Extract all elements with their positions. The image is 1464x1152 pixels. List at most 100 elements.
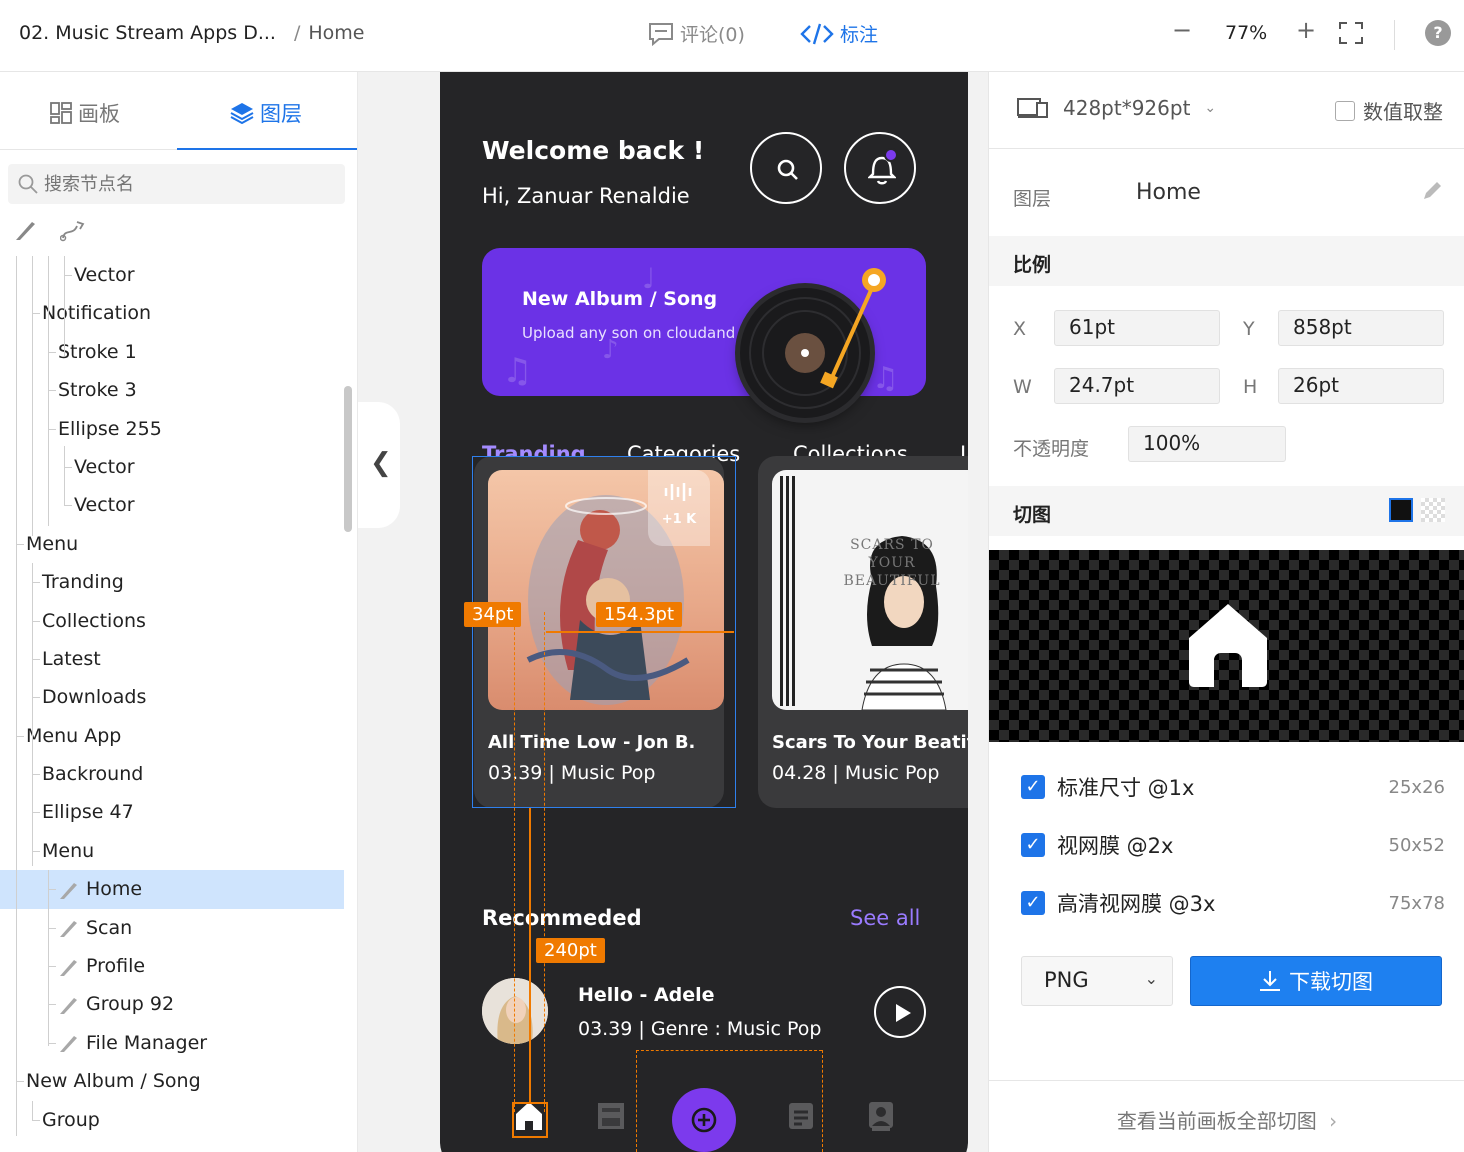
layer-tree-item[interactable]: Downloads [0, 678, 344, 716]
layer-tree-item[interactable]: Backround [0, 755, 344, 793]
layer-tree-item[interactable]: Tranding [0, 563, 344, 601]
zoom-in-button[interactable]: + [1296, 16, 1316, 44]
guide-top-edge [636, 1050, 822, 1051]
comment-button[interactable]: 评论(0) [648, 20, 745, 47]
breadcrumb-separator: / [293, 22, 301, 44]
collapse-panel-button[interactable]: ❮ [358, 402, 400, 528]
file-manager-icon[interactable] [786, 1100, 816, 1132]
round-values-checkbox[interactable] [1335, 100, 1355, 121]
layer-tree-label: Group [42, 1108, 100, 1131]
tree-connector [32, 678, 40, 699]
layer-tree-label: Scan [86, 916, 133, 939]
tab-artboards-label: 画板 [78, 102, 120, 126]
tonearm-icon [820, 268, 886, 389]
tab-artboards[interactable]: 画板 [50, 98, 120, 128]
play-icon [896, 1004, 911, 1022]
play-button[interactable] [874, 986, 926, 1038]
w-value[interactable]: 24.7pt [1054, 368, 1220, 404]
dark-background-toggle[interactable] [1389, 498, 1413, 522]
device-size-selector[interactable]: 428pt*926pt ⌄ [1017, 96, 1216, 120]
round-values-option[interactable]: 数值取整 [1335, 96, 1443, 125]
layer-tree-item[interactable]: Profile [0, 947, 344, 985]
layer-tree-item[interactable]: Ellipse 255 [0, 409, 344, 448]
format-select[interactable]: PNG ⌄ [1021, 956, 1173, 1006]
panel-tabs: 画板 图层 [0, 72, 357, 150]
export-size: 25x26 [1388, 776, 1445, 798]
layer-label: 图层 [1013, 188, 1052, 210]
export-option-2x[interactable]: ✓ 视网膜 @2x 50x52 [1021, 830, 1445, 860]
edit-icon[interactable] [1421, 180, 1443, 202]
app-search-button[interactable] [750, 132, 822, 204]
tree-connector [32, 831, 40, 852]
layer-tree-item[interactable]: Notification [0, 294, 344, 332]
download-slice-button[interactable]: 下载切图 [1190, 956, 1442, 1006]
layer-tree-item[interactable]: Scan [0, 908, 344, 947]
tree-guide-line [48, 256, 49, 526]
tree-connector [64, 256, 72, 276]
home-icon [1189, 604, 1267, 687]
export-size: 50x52 [1388, 834, 1445, 856]
annotate-button[interactable]: 标注 [800, 20, 878, 47]
layer-tree-scrollbar[interactable] [344, 386, 352, 532]
layer-tree-item[interactable]: File Manager [0, 1023, 344, 1062]
fullscreen-icon[interactable] [1339, 22, 1363, 44]
checkbox-checked[interactable]: ✓ [1021, 891, 1045, 915]
export-option-3x[interactable]: ✓ 高清视网膜 @3x 75x78 [1021, 888, 1445, 918]
layer-tree-item[interactable]: Stroke 3 [0, 371, 344, 409]
tree-connector [32, 294, 40, 315]
layer-tree-item[interactable]: Vector [0, 447, 344, 486]
page-name[interactable]: Home [308, 22, 364, 44]
x-value[interactable]: 61pt [1054, 310, 1220, 346]
layer-tree-label: Downloads [42, 686, 147, 709]
active-tab-indicator [177, 148, 357, 150]
checkbox-checked[interactable]: ✓ [1021, 775, 1045, 799]
layer-tree-item[interactable]: Group 92 [0, 985, 344, 1023]
tree-guide-line [64, 256, 65, 356]
path-tool-icon[interactable] [60, 218, 86, 242]
tree-connector [48, 908, 56, 929]
export-option-1x[interactable]: ✓ 标准尺寸 @1x 25x26 [1021, 772, 1445, 802]
comment-label: 评论(0) [680, 24, 745, 46]
layer-search-input[interactable] [44, 173, 324, 195]
help-icon[interactable]: ? [1425, 20, 1451, 46]
add-button[interactable] [672, 1088, 736, 1152]
profile-icon[interactable] [866, 1100, 896, 1132]
export-size: 75x78 [1388, 892, 1445, 914]
app-notification-button[interactable] [844, 132, 916, 204]
song-card[interactable]: SCARS TO YOUR BEAUTIFUL Scars To Your Be… [758, 456, 968, 808]
opacity-value[interactable]: 100% [1128, 426, 1286, 462]
layer-tree-item[interactable]: Menu App [0, 716, 344, 755]
banner-title: New Album / Song [522, 288, 718, 310]
layer-tree-label: File Manager [86, 1031, 208, 1054]
chevron-left-icon: ❮ [370, 448, 392, 478]
layer-tree-item[interactable]: Menu [0, 524, 344, 563]
layer-tree-item[interactable]: New Album / Song [0, 1062, 344, 1100]
w-label: W [1013, 376, 1032, 398]
see-all-link[interactable]: See all [850, 906, 920, 930]
measure-width: 154.3pt [596, 602, 683, 627]
checkbox-checked[interactable]: ✓ [1021, 833, 1045, 857]
layer-tree-item[interactable]: Home [0, 870, 344, 909]
layer-tree-label: Menu [26, 532, 79, 555]
layer-tree-item[interactable]: Group [0, 1100, 344, 1139]
banner-subtitle: Upload any son on cloudand s [522, 324, 748, 342]
layer-tree-label: Menu [42, 839, 95, 862]
zoom-level: 77% [1225, 22, 1268, 44]
layer-tree-item[interactable]: Vector [0, 256, 344, 294]
layer-tree-item[interactable]: Menu [0, 831, 344, 870]
layer-tree-item[interactable]: Stroke 1 [0, 332, 344, 371]
layer-tree-item[interactable]: Collections [0, 601, 344, 640]
layer-tree-item[interactable]: Ellipse 47 [0, 793, 344, 831]
view-all-slices-link[interactable]: 查看当前画板全部切图 › [989, 1080, 1464, 1152]
scan-icon[interactable] [596, 1100, 626, 1132]
project-name[interactable]: 02. Music Stream Apps D... [19, 22, 276, 44]
y-value[interactable]: 858pt [1278, 310, 1444, 346]
slice-icon [60, 1036, 77, 1053]
slice-tool-icon[interactable] [14, 218, 38, 242]
layer-tree-item[interactable]: Vector [0, 486, 344, 524]
zoom-out-button[interactable]: − [1172, 16, 1192, 44]
tab-layers[interactable]: 图层 [230, 98, 302, 128]
layer-tree-item[interactable]: Latest [0, 639, 344, 678]
transparent-background-toggle[interactable] [1421, 498, 1445, 522]
h-value[interactable]: 26pt [1278, 368, 1444, 404]
